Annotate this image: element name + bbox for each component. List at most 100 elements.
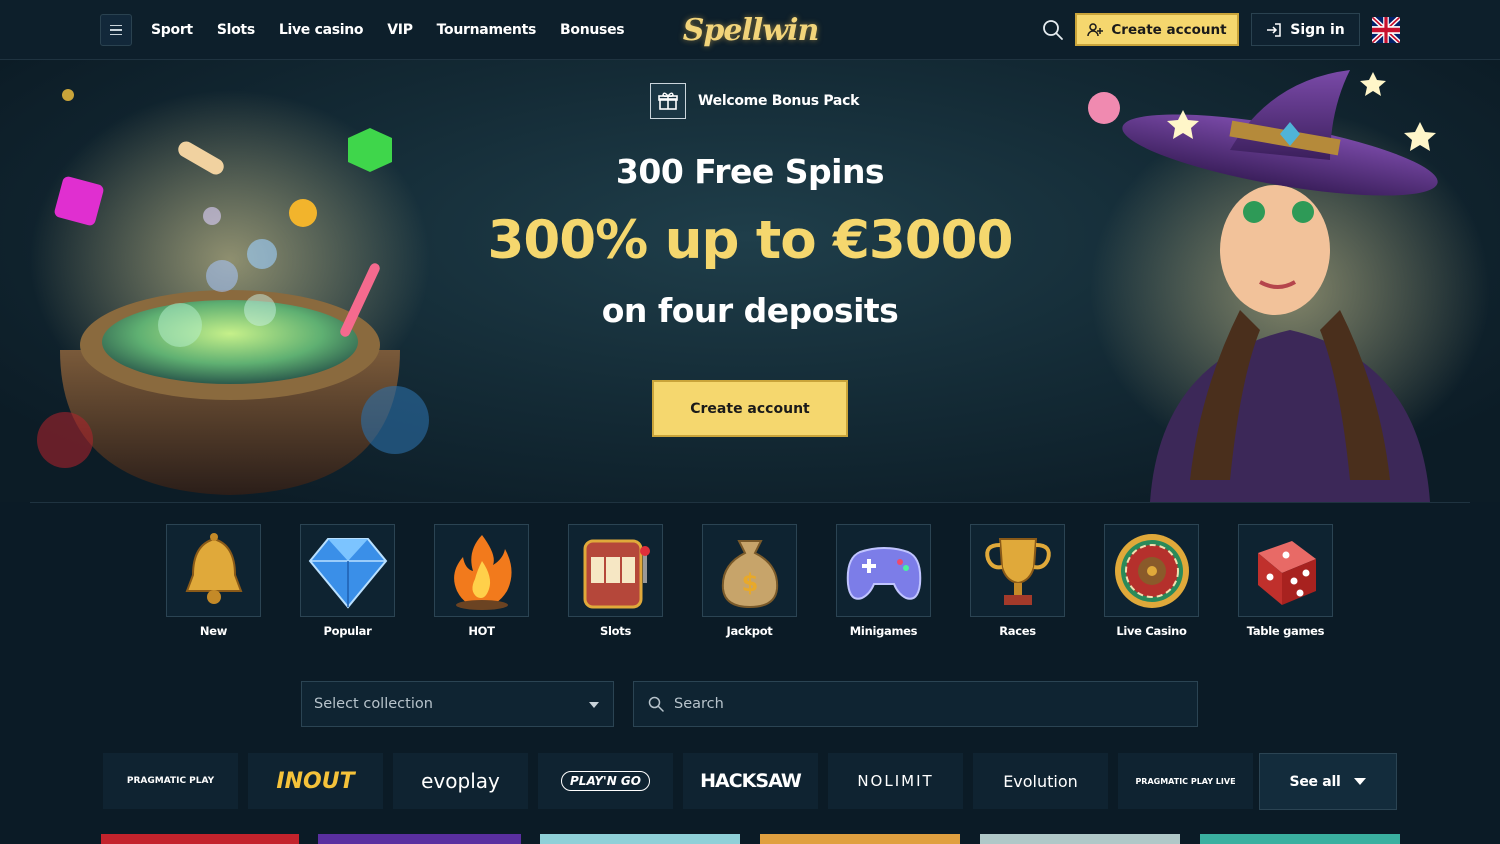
category-tile [434,524,529,617]
hero-divider [30,502,1470,503]
hero-deposits: on four deposits [601,291,899,330]
money-bag-icon: $ [721,539,778,608]
top-header: Sport Slots Live casino VIP Tournaments … [0,0,1500,60]
provider-pragmatic-play[interactable]: PRAGMATIC PLAY [103,753,238,809]
provider-evoplay[interactable]: evoplay [393,753,528,809]
uk-flag-icon[interactable] [1372,17,1400,43]
witch-illustration [1088,70,1490,502]
category-table-games[interactable]: Table games [1238,524,1333,638]
category-bar: New Popular HOT Slots $ Jackpot Minigame… [166,524,1333,638]
provider-name: INOUT [276,768,355,794]
nav-slots[interactable]: Slots [217,22,255,38]
hero-free-spins: 300 Free Spins [615,152,885,191]
collection-select-value: Select collection [314,696,433,712]
category-label: New [199,624,228,638]
chevron-down-icon [589,702,599,708]
sign-in-label: Sign in [1290,21,1345,38]
nav-live-casino[interactable]: Live casino [279,22,364,38]
roulette-icon [1114,533,1189,608]
category-label: Jackpot [726,624,773,638]
category-tile: $ [702,524,797,617]
category-new[interactable]: New [166,524,261,638]
trophy-icon [984,537,1051,605]
search-icon [648,696,664,712]
category-races[interactable]: Races [970,524,1065,638]
provider-playngo[interactable]: PLAY'N GO [538,753,673,809]
search-input[interactable] [674,696,1174,712]
provider-name: HACKSAW [700,770,802,792]
chevron-down-icon [1354,778,1367,785]
category-popular[interactable]: Popular [300,524,395,638]
svg-text:$: $ [741,569,758,597]
dice-icon [1257,540,1316,605]
category-live-casino[interactable]: Live Casino [1104,524,1199,638]
fire-icon [453,534,512,610]
sign-in-button[interactable]: Sign in [1251,13,1360,46]
site-logo[interactable]: Spellwin [683,6,820,54]
create-account-label: Create account [1111,21,1227,38]
gift-icon [650,83,686,119]
provider-name: NOLIMIT [857,772,934,790]
logo-text: Spellwin [682,12,820,48]
provider-inout[interactable]: INOUT [248,753,383,809]
welcome-bonus-tag: Welcome Bonus Pack [650,83,859,119]
provider-name: PRAGMATIC PLAY LIVE [1135,776,1236,786]
provider-name: evoplay [421,769,500,793]
search-icon[interactable] [1042,19,1064,41]
bonus-tag-label: Welcome Bonus Pack [698,93,860,109]
category-tile [970,524,1065,617]
provider-name: PLAY'N GO [561,771,650,791]
category-slots[interactable]: Slots [568,524,663,638]
game-search [633,681,1198,727]
hero-bonus-amount: 300% up to €3000 [487,210,1014,271]
provider-pragmatic-play-live[interactable]: PRAGMATIC PLAY LIVE [1118,753,1253,809]
category-tile [568,524,663,617]
category-tile [1238,524,1333,617]
hamburger-menu-icon[interactable] [100,14,132,46]
gamepad-icon [846,546,921,600]
category-label: Minigames [849,624,918,638]
nav-tournaments[interactable]: Tournaments [437,22,537,38]
bell-icon [185,532,242,604]
game-thumbnail[interactable] [760,834,960,844]
category-tile [166,524,261,617]
category-hot[interactable]: HOT [434,524,529,638]
hero-create-account-button[interactable]: Create account [652,380,848,437]
category-label: Races [999,624,1036,638]
nav-vip[interactable]: VIP [387,22,413,38]
game-thumbnail[interactable] [980,834,1180,844]
category-minigames[interactable]: Minigames [836,524,931,638]
category-tile [836,524,931,617]
provider-hacksaw[interactable]: HACKSAW [683,753,818,809]
diamond-icon [308,537,387,609]
collection-select[interactable]: Select collection [301,681,614,727]
game-thumbnail[interactable] [101,834,299,844]
hero-banner: Welcome Bonus Pack 300 Free Spins 300% u… [0,60,1500,502]
category-label: Slots [600,624,631,638]
game-thumbnail[interactable] [318,834,521,844]
slot-machine-icon [583,539,650,608]
see-all-label: See all [1289,773,1341,790]
create-account-button[interactable]: Create account [1075,13,1239,46]
category-label: Live Casino [1116,624,1187,638]
provider-evolution[interactable]: Evolution [973,753,1108,809]
category-label: HOT [468,624,495,638]
game-thumbnail[interactable] [1200,834,1400,844]
main-nav: Sport Slots Live casino VIP Tournaments … [151,0,625,60]
nav-bonuses[interactable]: Bonuses [560,22,625,38]
category-tile [1104,524,1199,617]
hero-create-account-label: Create account [690,400,810,417]
add-user-icon [1087,22,1104,36]
provider-strip: PRAGMATIC PLAY INOUT evoplay PLAY'N GO H… [103,753,1253,809]
provider-nolimit[interactable]: NOLIMIT [828,753,963,809]
game-thumbnail[interactable] [540,834,740,844]
category-label: Table games [1246,624,1325,638]
see-all-providers-button[interactable]: See all [1259,753,1397,810]
provider-name: Evolution [1003,771,1078,791]
sign-in-icon [1267,22,1281,37]
category-jackpot[interactable]: $ Jackpot [702,524,797,638]
provider-name: PRAGMATIC PLAY [126,776,215,786]
category-tile [300,524,395,617]
nav-sport[interactable]: Sport [151,22,193,38]
category-label: Popular [323,624,372,638]
